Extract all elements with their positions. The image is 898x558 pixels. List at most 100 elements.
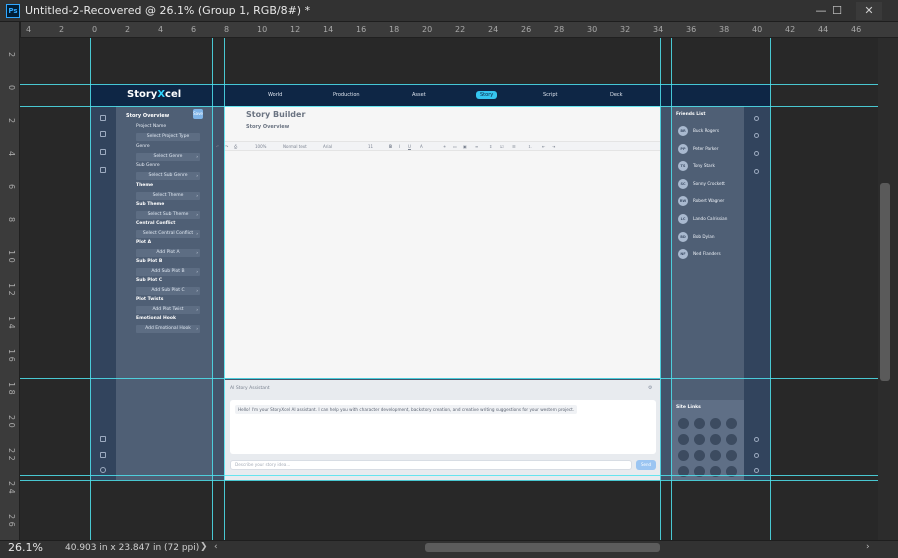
guide-line[interactable] <box>20 84 878 85</box>
guide-line[interactable] <box>20 106 878 107</box>
upload-icon[interactable] <box>100 436 106 442</box>
outdent-icon[interactable]: ⇥ <box>552 144 555 149</box>
clock-icon[interactable] <box>754 169 759 174</box>
central-conflict-select[interactable]: Select Central Conflict › <box>136 230 200 238</box>
undo-icon[interactable]: ↶ <box>216 144 219 149</box>
friend-item[interactable]: BR Buck Rogers <box>678 126 742 136</box>
friend-item[interactable]: RW Robert Wagner <box>678 196 742 206</box>
vertical-scroll-thumb[interactable] <box>880 183 890 381</box>
align-icon[interactable]: ≡ <box>475 144 478 149</box>
chat-icon[interactable] <box>754 133 759 138</box>
calendar-icon[interactable] <box>754 151 759 156</box>
site-link-icon[interactable] <box>726 434 737 445</box>
redo-icon[interactable]: ↷ <box>225 144 228 149</box>
friend-item[interactable]: PP Peter Parker <box>678 144 742 154</box>
zoom-level[interactable]: 26.1% <box>8 541 43 554</box>
grid-icon[interactable] <box>100 149 106 155</box>
sub-theme-select[interactable]: Select Sub Theme › <box>136 211 200 219</box>
numbered-list-icon[interactable]: ⒈ <box>528 144 532 150</box>
site-link-icon[interactable] <box>710 434 721 445</box>
gear-icon[interactable]: ⚙ <box>648 385 652 391</box>
site-link-icon[interactable] <box>678 434 689 445</box>
print-icon[interactable]: ⎙ <box>234 144 237 149</box>
story-idea-input[interactable]: Describe your story idea... <box>230 460 632 470</box>
site-link-icon[interactable] <box>694 450 705 461</box>
horizontal-scroll-thumb[interactable] <box>425 543 660 552</box>
vertical-ruler[interactable]: 2 0 2 4 6 8 1 0 1 2 1 4 1 6 1 8 2 0 2 2 2 4 2 6 <box>0 22 20 540</box>
home-icon[interactable] <box>100 115 106 121</box>
star-icon[interactable] <box>754 116 759 121</box>
comment-icon[interactable]: ▭ <box>453 144 457 149</box>
nav-story[interactable]: Story <box>476 91 498 99</box>
emotional-hook-input[interactable]: Add Emotional Hook › <box>136 325 200 333</box>
style-select[interactable]: Normal text <box>283 144 307 149</box>
zoom-select[interactable]: 100% <box>255 144 266 149</box>
site-link-icon[interactable] <box>710 418 721 429</box>
line-spacing-icon[interactable]: ⇕ <box>489 144 492 149</box>
nav-deck[interactable]: Deck <box>610 92 623 98</box>
menu-icon[interactable] <box>754 468 759 473</box>
site-link-icon[interactable] <box>678 450 689 461</box>
guide-line[interactable] <box>212 38 213 540</box>
font-select[interactable]: Arial <box>323 144 332 149</box>
maximize-button[interactable]: ☐ <box>824 2 850 20</box>
indent-icon[interactable]: ⇤ <box>542 144 545 149</box>
status-menu-arrow-icon[interactable]: ❯ <box>200 542 208 552</box>
checklist-icon[interactable]: ☑ <box>500 144 504 149</box>
sub-plot-b-input[interactable]: Add Sub Plot B › <box>136 268 200 276</box>
scroll-left-icon[interactable]: ‹ <box>214 542 218 552</box>
bold-button[interactable]: B <box>389 144 392 149</box>
guide-line[interactable] <box>660 38 661 540</box>
shield-icon[interactable] <box>100 167 106 173</box>
guide-line[interactable] <box>20 378 878 379</box>
scroll-right-icon[interactable]: › <box>866 542 870 552</box>
sub-plot-c-input[interactable]: Add Sub Plot C › <box>136 287 200 295</box>
friend-item[interactable]: LC Lando Calrissian <box>678 214 742 224</box>
nav-script[interactable]: Script <box>543 92 558 98</box>
friend-item[interactable]: TS Tony Stark <box>678 161 742 171</box>
send-button[interactable]: Send <box>636 460 656 470</box>
story-builder-editor[interactable]: Story Builder Story Overview ↶ ↷ ⎙ 100% … <box>216 106 660 378</box>
gear-icon[interactable] <box>754 437 759 442</box>
guide-line[interactable] <box>20 475 878 476</box>
save-button[interactable]: Save <box>193 109 203 119</box>
artboard-canvas[interactable]: StoryXcel World Production Asset Story S… <box>90 84 770 480</box>
close-button[interactable]: ✕ <box>856 2 882 20</box>
sub-genre-select[interactable]: Select Sub Genre › <box>136 172 200 180</box>
site-link-icon[interactable] <box>678 418 689 429</box>
project-type-select[interactable]: Select Project Type <box>136 133 200 141</box>
underline-button[interactable]: U <box>408 144 411 149</box>
image-icon[interactable]: ▣ <box>463 144 467 149</box>
guide-line[interactable] <box>224 38 225 540</box>
plot-a-input[interactable]: Add Plot A › <box>136 249 200 257</box>
link-icon[interactable]: ⚭ <box>443 144 446 149</box>
guide-line[interactable] <box>20 480 878 481</box>
plot-twist-input[interactable]: Add Plot Twist › <box>136 306 200 314</box>
site-link-icon[interactable] <box>726 450 737 461</box>
site-link-icon[interactable] <box>694 434 705 445</box>
nav-asset[interactable]: Asset <box>412 92 426 98</box>
friend-item[interactable]: SC Sonny Crockett <box>678 179 742 189</box>
genre-select[interactable]: Select Genre › <box>136 153 200 161</box>
text-color-button[interactable]: A <box>420 144 423 149</box>
document-icon[interactable] <box>754 453 759 458</box>
site-link-icon[interactable] <box>726 418 737 429</box>
italic-button[interactable]: I <box>399 144 400 149</box>
friend-item[interactable]: NF Ned Flanders <box>678 249 742 259</box>
friend-item[interactable]: BD Bob Dylan <box>678 232 742 242</box>
font-size-input[interactable]: 11 <box>368 144 373 149</box>
settings-icon[interactable] <box>100 467 106 473</box>
guide-line[interactable] <box>770 38 771 540</box>
theme-select[interactable]: Select Theme › <box>136 192 200 200</box>
bullet-list-icon[interactable]: ☰ <box>512 144 516 149</box>
site-link-icon[interactable] <box>710 450 721 461</box>
nav-world[interactable]: World <box>268 92 282 98</box>
document-tab-title[interactable]: Untitled-2-Recovered @ 26.1% (Group 1, R… <box>25 4 310 17</box>
nav-production[interactable]: Production <box>333 92 360 98</box>
guide-line[interactable] <box>671 38 672 540</box>
horizontal-ruler[interactable]: 4 2 0 2 4 6 8 10 12 14 16 18 20 22 24 26 28 30 32 34 36 38 40 4… <box>21 22 898 38</box>
download-icon[interactable] <box>100 452 106 458</box>
site-link-icon[interactable] <box>694 418 705 429</box>
storyxcel-logo[interactable]: StoryXcel <box>127 89 181 100</box>
guide-line[interactable] <box>90 38 91 540</box>
